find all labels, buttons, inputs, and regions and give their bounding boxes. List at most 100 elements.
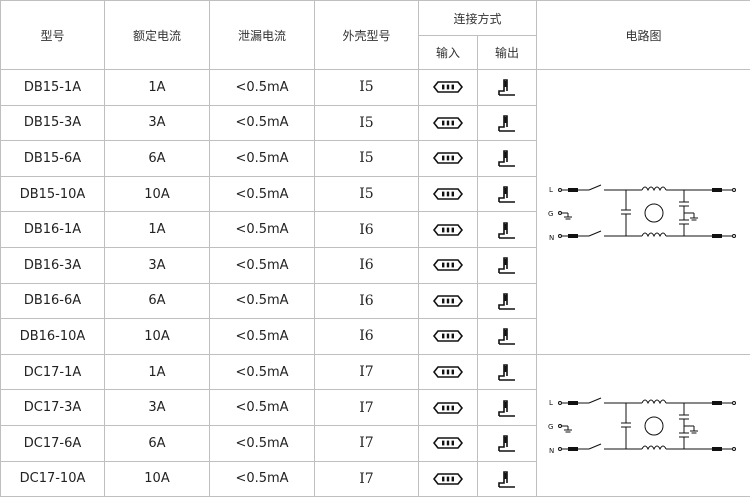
cell-leakage-current: <0.5mA	[210, 283, 315, 319]
iec-inlet-icon	[433, 223, 463, 237]
circuit-label-n: N	[549, 234, 554, 242]
cell-model: DB15-3A	[1, 105, 105, 141]
cell-rated-current: 1A	[105, 354, 210, 390]
cell-rated-current: 3A	[105, 105, 210, 141]
solder-terminal-icon	[496, 398, 518, 418]
cell-output-connector	[478, 390, 537, 426]
cell-model: DC17-10A	[1, 461, 105, 497]
solder-terminal-icon	[496, 184, 518, 204]
cell-circuit-diagram: L G N	[537, 354, 750, 496]
cell-model: DB16-6A	[1, 283, 105, 319]
cell-output-connector	[478, 354, 537, 390]
cell-model: DC17-6A	[1, 425, 105, 461]
header-input: 输入	[419, 36, 478, 70]
iec-inlet-icon	[433, 80, 463, 94]
cell-output-connector	[478, 461, 537, 497]
cell-housing-model: I6	[315, 212, 419, 248]
cell-input-connector	[419, 390, 478, 426]
cell-housing-model: I5	[315, 105, 419, 141]
iec-inlet-icon	[433, 436, 463, 450]
cell-input-connector	[419, 212, 478, 248]
cell-housing-model: I7	[315, 425, 419, 461]
cell-rated-current: 10A	[105, 461, 210, 497]
cell-model: DB16-1A	[1, 212, 105, 248]
cell-rated-current: 10A	[105, 176, 210, 212]
cell-rated-current: 3A	[105, 247, 210, 283]
cell-model: DB16-10A	[1, 319, 105, 355]
header-output: 输出	[478, 36, 537, 70]
cell-rated-current: 6A	[105, 141, 210, 177]
cell-rated-current: 6A	[105, 425, 210, 461]
cell-output-connector	[478, 283, 537, 319]
cell-model: DC17-3A	[1, 390, 105, 426]
header-connection: 连接方式	[419, 1, 537, 36]
iec-inlet-icon	[433, 329, 463, 343]
table-row: DB15-1A1A<0.5mAI5 L G N	[1, 70, 750, 106]
cell-leakage-current: <0.5mA	[210, 461, 315, 497]
cell-rated-current: 6A	[105, 283, 210, 319]
cell-output-connector	[478, 141, 537, 177]
cell-rated-current: 1A	[105, 70, 210, 106]
cell-model: DB15-6A	[1, 141, 105, 177]
iec-inlet-icon	[433, 401, 463, 415]
cell-leakage-current: <0.5mA	[210, 141, 315, 177]
circuit-label-g: G	[548, 210, 553, 218]
cell-leakage-current: <0.5mA	[210, 247, 315, 283]
cell-rated-current: 10A	[105, 319, 210, 355]
header-circuit: 电路图	[537, 1, 750, 70]
cell-output-connector	[478, 212, 537, 248]
cell-model: DB16-3A	[1, 247, 105, 283]
cell-input-connector	[419, 425, 478, 461]
cell-leakage-current: <0.5mA	[210, 176, 315, 212]
cell-input-connector	[419, 176, 478, 212]
iec-inlet-icon	[433, 187, 463, 201]
cell-output-connector	[478, 247, 537, 283]
solder-terminal-icon	[496, 433, 518, 453]
iec-inlet-icon	[433, 365, 463, 379]
cell-input-connector	[419, 461, 478, 497]
cell-rated-current: 1A	[105, 212, 210, 248]
cell-housing-model: I5	[315, 176, 419, 212]
cell-housing-model: I5	[315, 70, 419, 106]
cell-housing-model: I6	[315, 247, 419, 283]
cell-housing-model: I6	[315, 319, 419, 355]
header-housing-model: 外壳型号	[315, 1, 419, 70]
cell-leakage-current: <0.5mA	[210, 212, 315, 248]
emi-filter-circuit-diagram: L G N	[544, 393, 744, 457]
solder-terminal-icon	[496, 469, 518, 489]
header-model: 型号	[1, 1, 105, 70]
cell-leakage-current: <0.5mA	[210, 319, 315, 355]
cell-housing-model: I6	[315, 283, 419, 319]
cell-input-connector	[419, 70, 478, 106]
cell-leakage-current: <0.5mA	[210, 425, 315, 461]
circuit-label-l: L	[549, 399, 553, 407]
cell-output-connector	[478, 70, 537, 106]
solder-terminal-icon	[496, 291, 518, 311]
iec-inlet-icon	[433, 151, 463, 165]
cell-circuit-diagram: L G N	[537, 70, 750, 355]
cell-leakage-current: <0.5mA	[210, 70, 315, 106]
cell-output-connector	[478, 425, 537, 461]
emi-filter-circuit-diagram: L G N	[544, 180, 744, 244]
circuit-label-l: L	[549, 186, 553, 194]
cell-model: DB15-10A	[1, 176, 105, 212]
cell-input-connector	[419, 319, 478, 355]
header-rated-current: 额定电流	[105, 1, 210, 70]
iec-inlet-icon	[433, 116, 463, 130]
cell-output-connector	[478, 105, 537, 141]
cell-housing-model: I7	[315, 354, 419, 390]
cell-rated-current: 3A	[105, 390, 210, 426]
cell-housing-model: I5	[315, 141, 419, 177]
cell-model: DB15-1A	[1, 70, 105, 106]
cell-leakage-current: <0.5mA	[210, 390, 315, 426]
solder-terminal-icon	[496, 77, 518, 97]
cell-input-connector	[419, 283, 478, 319]
solder-terminal-icon	[496, 326, 518, 346]
solder-terminal-icon	[496, 113, 518, 133]
cell-output-connector	[478, 319, 537, 355]
solder-terminal-icon	[496, 362, 518, 382]
cell-leakage-current: <0.5mA	[210, 354, 315, 390]
cell-housing-model: I7	[315, 390, 419, 426]
solder-terminal-icon	[496, 255, 518, 275]
cell-input-connector	[419, 247, 478, 283]
